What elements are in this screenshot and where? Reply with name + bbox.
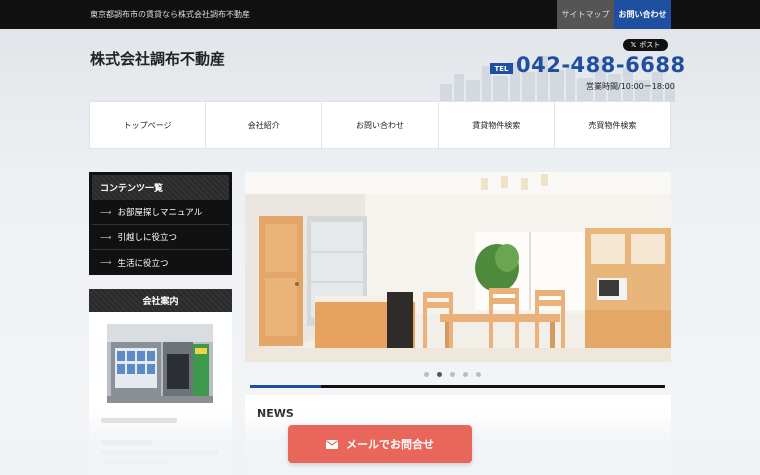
x-post-button[interactable]: 𝕏 ポスト (623, 39, 668, 51)
nav-item-top[interactable]: トップページ (90, 102, 207, 148)
sitemap-link[interactable]: サイトマップ (557, 0, 614, 29)
slider-progress-bar (250, 385, 665, 388)
company-name[interactable]: 株式会社調布不動産 (90, 48, 225, 69)
slider-dot[interactable] (424, 372, 429, 377)
phone-number[interactable]: 042-488-6688 (516, 53, 686, 77)
top-bar: 東京都調布市の賃貸なら株式会社調布不動産 サイトマップ お問い合わせ (0, 0, 760, 29)
sidebar-item-room-manual[interactable]: ⟶ お部屋探しマニュアル (92, 200, 229, 225)
storefront-photo[interactable] (107, 324, 213, 403)
mail-contact-button[interactable]: メールでお問合せ (288, 425, 472, 463)
sidebar-contents-menu: コンテンツ一覧 ⟶ お部屋探しマニュアル ⟶ 引越しに役立つ ⟶ 生活に役立つ (89, 172, 232, 275)
sidebar-item-label: お部屋探しマニュアル (117, 208, 203, 218)
hero-slider-image[interactable] (245, 172, 671, 362)
contact-link[interactable]: お問い合わせ (614, 0, 671, 29)
mail-contact-label: メールでお問合せ (346, 438, 434, 451)
post-label: ポスト (639, 41, 661, 49)
slider-progress-fill (250, 385, 321, 388)
global-nav: トップページ 会社紹介 お問い合わせ 賃貸物件検索 売買物件検索 (89, 101, 671, 149)
sidebar-contents-title: コンテンツ一覧 (92, 175, 229, 200)
slider-dot[interactable] (463, 372, 468, 377)
sidebar-item-label: 引越しに役立つ (117, 233, 177, 243)
nav-item-sale-search[interactable]: 売買物件検索 (555, 102, 670, 148)
tel-badge: TEL (490, 63, 513, 74)
sidebar-company-title: 会社案内 (89, 289, 232, 312)
slider-dot[interactable] (450, 372, 455, 377)
slider-dot[interactable] (437, 372, 442, 377)
arrow-right-icon: ⟶ (100, 207, 112, 217)
sidebar-item-label: 生活に役立つ (117, 258, 169, 269)
business-hours: 営業時間/10:00ー18:00 (586, 82, 675, 91)
nav-item-contact[interactable]: お問い合わせ (322, 102, 439, 148)
arrow-right-icon: ⟶ (100, 232, 112, 242)
slider-pagination (424, 372, 481, 377)
sidebar-item-moving[interactable]: ⟶ 引越しに役立つ (92, 225, 229, 250)
nav-item-company[interactable]: 会社紹介 (206, 102, 323, 148)
nav-item-rental-search[interactable]: 賃貸物件検索 (439, 102, 555, 148)
slider-dot[interactable] (476, 372, 481, 377)
arrow-right-icon: ⟶ (100, 258, 112, 267)
sidebar-item-living[interactable]: ⟶ 生活に役立つ (92, 250, 229, 275)
x-logo-icon: 𝕏 (630, 41, 637, 49)
site-tagline: 東京都調布市の賃貸なら株式会社調布不動産 (90, 10, 250, 19)
envelope-icon (326, 439, 338, 449)
